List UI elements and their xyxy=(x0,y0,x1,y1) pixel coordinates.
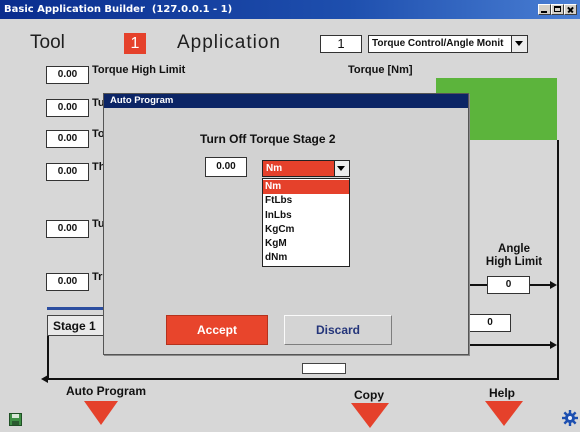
dialog-heading: Turn Off Torque Stage 2 xyxy=(200,132,336,146)
unit-option-nm[interactable]: Nm xyxy=(263,180,349,195)
application-type-value: Torque Control/Angle Monit xyxy=(372,38,504,49)
window-title: Basic Application Builder (127.0.0.1 - 1… xyxy=(4,4,233,15)
dialog-title-bar[interactable]: Auto Program xyxy=(104,94,468,108)
torque-high-limit-label: Torque High Limit xyxy=(92,64,186,76)
copy-button[interactable]: Copy xyxy=(348,386,392,430)
minimize-button[interactable] xyxy=(538,4,551,15)
angle-high-limit-label: Angle High Limit xyxy=(474,243,554,269)
torque-field-input[interactable]: 0.00 xyxy=(46,163,89,181)
turn-off-torque-input[interactable]: 0.00 xyxy=(205,157,247,177)
torque-heading: Torque [Nm] xyxy=(348,64,413,76)
stage-indicator-line xyxy=(47,307,107,310)
discard-button[interactable]: Discard xyxy=(284,315,392,345)
save-icon-shutter xyxy=(12,421,19,425)
help-label: Help xyxy=(489,386,516,400)
title-bar[interactable]: Basic Application Builder (127.0.0.1 - 1… xyxy=(0,0,580,19)
torque-field-input[interactable]: 0.00 xyxy=(46,130,89,148)
unit-dropdown-button[interactable] xyxy=(334,161,349,176)
basic-application-builder-window: Basic Application Builder (127.0.0.1 - 1… xyxy=(0,0,580,432)
angle-value-input[interactable]: 0 xyxy=(469,314,511,332)
tool-label: Tool xyxy=(30,32,65,53)
angle-label-line: Angle xyxy=(498,243,530,255)
triangle-down-icon xyxy=(351,403,389,428)
connector-line xyxy=(47,336,49,379)
connector-line xyxy=(47,378,559,380)
close-button[interactable] xyxy=(564,4,577,15)
stage-label: Stage 1 xyxy=(53,319,96,333)
application-type-dropdown-button[interactable] xyxy=(511,36,527,52)
tool-number-selector[interactable]: 1 xyxy=(124,33,146,54)
application-number-input[interactable]: 1 xyxy=(320,35,362,53)
torque-field-input[interactable]: 0.00 xyxy=(46,99,89,117)
gear-icon-hub xyxy=(568,416,572,420)
unit-option-inlbs[interactable]: InLbs xyxy=(263,209,349,223)
auto-program-button[interactable]: Auto Program xyxy=(62,383,156,427)
angle-label-line: High Limit xyxy=(485,256,543,268)
triangle-down-icon xyxy=(84,401,118,425)
torque-high-limit-input[interactable]: 0.00 xyxy=(46,66,89,84)
angle-high-limit-input[interactable]: 0 xyxy=(487,276,530,294)
unit-option-dnm[interactable]: dNm xyxy=(263,251,349,265)
arrow-right-icon xyxy=(550,341,557,349)
dialog-title: Auto Program xyxy=(110,95,174,106)
minimize-icon xyxy=(541,11,547,13)
gear-icon[interactable] xyxy=(562,410,578,426)
help-button[interactable]: Help xyxy=(482,384,526,428)
torque-field-input[interactable]: 0.00 xyxy=(46,273,89,291)
application-type-select[interactable]: Torque Control/Angle Monit xyxy=(368,35,528,53)
connector-line xyxy=(530,284,552,286)
timeline-marker xyxy=(302,363,346,374)
chevron-down-icon xyxy=(515,41,523,46)
unit-select[interactable]: Nm xyxy=(262,160,350,177)
copy-label: Copy xyxy=(354,388,384,402)
close-icon xyxy=(565,5,576,14)
save-icon[interactable] xyxy=(9,413,22,426)
chevron-down-icon xyxy=(337,166,345,171)
maximize-button[interactable] xyxy=(551,4,564,15)
triangle-down-icon xyxy=(485,401,523,426)
auto-program-label: Auto Program xyxy=(66,384,147,398)
torque-field-input[interactable]: 0.00 xyxy=(46,220,89,238)
unit-options-list: Nm FtLbs InLbs KgCm KgM dNm xyxy=(262,178,350,267)
connector-line xyxy=(466,344,552,346)
torque-field-label: Tr xyxy=(92,271,103,283)
auto-program-dialog: Auto Program Turn Off Torque Stage 2 0.0… xyxy=(103,93,469,355)
unit-option-kgm[interactable]: KgM xyxy=(263,237,349,251)
unit-option-kgcm[interactable]: KgCm xyxy=(263,223,349,237)
unit-selected-value: Nm xyxy=(266,163,283,174)
connector-line xyxy=(466,284,487,286)
connector-line xyxy=(557,140,559,379)
arrow-right-icon xyxy=(550,281,557,289)
save-icon-label xyxy=(12,414,19,418)
accept-button[interactable]: Accept xyxy=(166,315,268,345)
application-label: Application xyxy=(177,32,281,53)
unit-option-ftlbs[interactable]: FtLbs xyxy=(263,194,349,208)
maximize-icon xyxy=(554,6,561,12)
